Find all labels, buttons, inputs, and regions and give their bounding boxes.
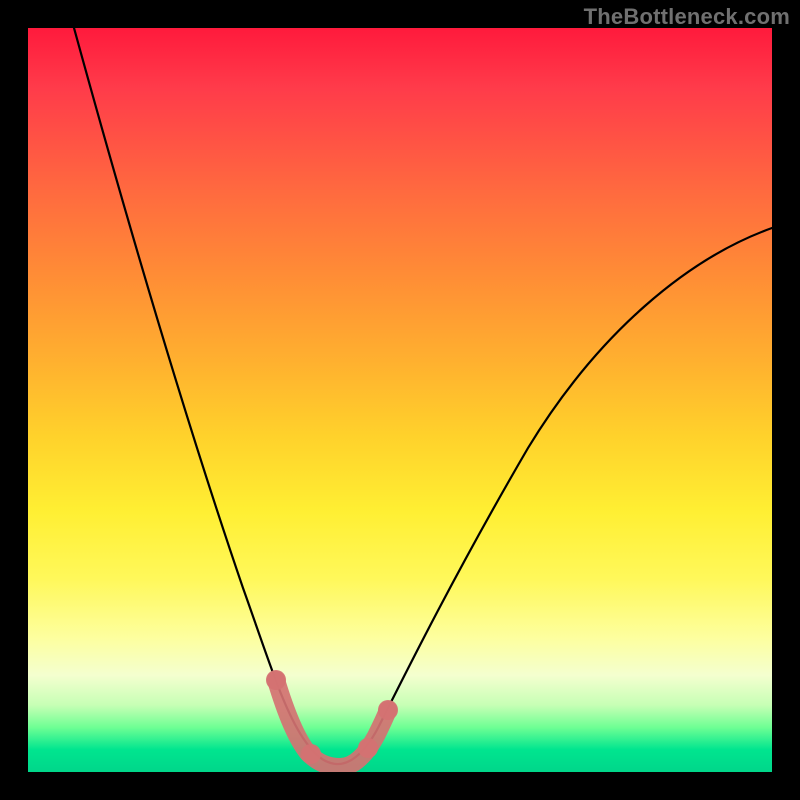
highlight-dot-midL: [301, 744, 321, 764]
watermark-text: TheBottleneck.com: [584, 4, 790, 30]
highlight-dot-right: [378, 700, 398, 720]
chart-frame: TheBottleneck.com: [0, 0, 800, 800]
curve-svg: [28, 28, 772, 772]
bottleneck-curve: [74, 28, 772, 764]
highlight-dot-left: [266, 670, 286, 690]
plot-area: [28, 28, 772, 772]
highlight-dot-midR: [358, 738, 378, 758]
